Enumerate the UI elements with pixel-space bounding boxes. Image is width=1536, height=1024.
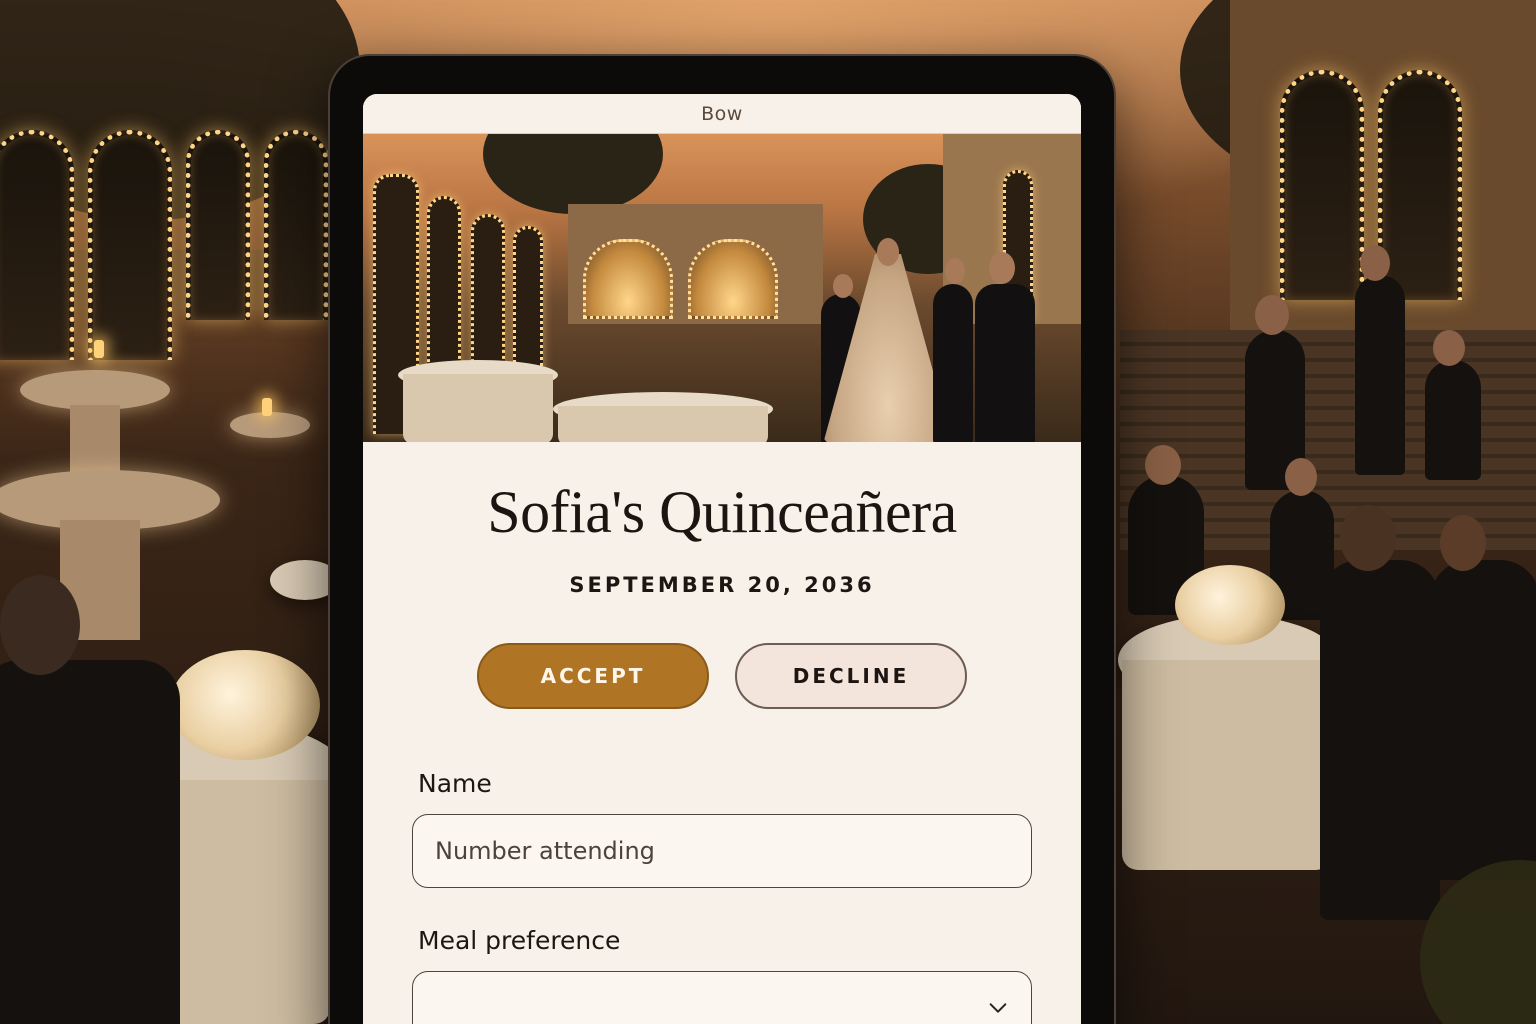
status-bar-title: Bow [701,102,743,125]
event-date: SEPTEMBER 20, 2036 [569,573,875,597]
name-input-placeholder: Number attending [435,837,655,865]
name-label: Name [418,769,492,798]
hero-image [363,134,1081,442]
accept-button[interactable]: ACCEPT [477,643,709,709]
rsvp-form: Name Number attending Meal preference [363,769,1081,1024]
chevron-down-icon [989,1003,1007,1013]
tablet-screen: Bow Sofia's Quinceañera SEPTEMBER 20, 20… [363,94,1081,1024]
meal-preference-select[interactable] [412,971,1032,1024]
rsvp-buttons: ACCEPT DECLINE [363,643,1081,709]
name-input[interactable]: Number attending [412,814,1032,888]
decline-button[interactable]: DECLINE [735,643,967,709]
event-title: Sofia's Quinceañera [487,479,957,545]
status-bar: Bow [363,94,1081,134]
meal-preference-label: Meal preference [418,926,621,955]
